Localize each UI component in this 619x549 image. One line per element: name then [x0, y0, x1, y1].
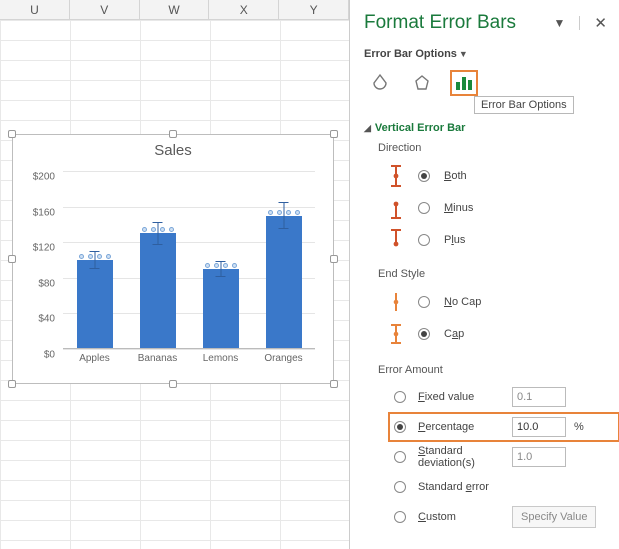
chart-x-axis: ApplesBananasLemonsOranges [63, 353, 315, 371]
error-bar[interactable] [94, 251, 95, 269]
data-bar[interactable] [203, 269, 239, 349]
col-X[interactable]: X [209, 0, 279, 19]
error-bar[interactable] [220, 261, 221, 277]
radio-icon [418, 202, 430, 214]
radio-icon [418, 328, 430, 340]
percentage-value-input[interactable]: 10.0 [512, 417, 566, 437]
option-label: Plus [444, 234, 465, 246]
both-glyph-icon [384, 163, 408, 189]
y-tick-label: $80 [19, 278, 55, 289]
option-label: No Cap [444, 296, 481, 308]
col-W[interactable]: W [140, 0, 210, 19]
column-headers: U V W X Y [0, 0, 349, 20]
x-tick-label: Oranges [252, 353, 315, 371]
vertical-error-bar-section[interactable]: ◢ Vertical Error Bar [364, 122, 607, 134]
error-bar[interactable] [283, 202, 284, 229]
tooltip: Error Bar Options [474, 96, 574, 114]
close-icon[interactable]: ✕ [594, 14, 607, 32]
resize-handle[interactable] [330, 130, 338, 138]
radio-icon [418, 296, 430, 308]
x-tick-label: Lemons [189, 353, 252, 371]
radio-icon [394, 421, 406, 433]
bar-slot [189, 171, 252, 349]
endstyle-cap-option[interactable]: Cap [384, 318, 607, 350]
panel-options-dropdown-icon[interactable]: ▼ [554, 16, 566, 30]
bar-slot [126, 171, 189, 349]
chart-y-axis: $0$40$80$120$160$200 [19, 171, 59, 349]
endstyle-nocap-option[interactable]: No Cap [384, 286, 607, 318]
minus-glyph-icon [384, 195, 408, 221]
radio-icon [394, 391, 406, 403]
cap-glyph-icon [384, 321, 408, 347]
radio-icon [418, 170, 430, 182]
option-label: Standard error [418, 481, 504, 493]
direction-plus-option[interactable]: Plus [384, 224, 607, 256]
option-label: Cap [444, 328, 464, 340]
effects-tab-icon[interactable] [408, 70, 436, 96]
plus-glyph-icon [384, 227, 408, 253]
radio-icon [418, 234, 430, 246]
resize-handle[interactable] [330, 380, 338, 388]
bar-options-tab-icon[interactable] [450, 70, 478, 96]
col-U[interactable]: U [0, 0, 70, 19]
amount-custom-option[interactable]: Custom Specify Value [394, 502, 607, 532]
chart-title[interactable]: Sales [19, 141, 327, 167]
error-amount-label: Error Amount [364, 364, 607, 376]
stddev-value-input[interactable]: 1.0 [512, 447, 566, 467]
amount-stderr-option[interactable]: Standard error [394, 472, 607, 502]
error-bar[interactable] [157, 222, 158, 245]
resize-handle[interactable] [330, 255, 338, 263]
fixed-value-input[interactable]: 0.1 [512, 387, 566, 407]
bar-slot [63, 171, 126, 349]
amount-fixed-option[interactable]: Fixed value 0.1 [394, 382, 607, 412]
y-tick-label: $40 [19, 314, 55, 325]
panel-title: Format Error Bars [364, 12, 516, 34]
option-label: Fixed value [418, 391, 504, 403]
endstyle-label: End Style [364, 268, 607, 280]
data-bar[interactable] [266, 216, 302, 350]
resize-handle[interactable] [8, 130, 16, 138]
y-tick-label: $0 [19, 350, 55, 361]
embedded-chart[interactable]: Sales $0 $40 $80 $120 $160 $200 ApplesBananas… [12, 134, 334, 384]
y-tick-label: $200 [19, 172, 55, 183]
nocap-glyph-icon [384, 289, 408, 315]
specify-value-button[interactable]: Specify Value [512, 506, 596, 528]
divider [579, 16, 580, 30]
option-label: Custom [418, 511, 504, 523]
x-tick-label: Bananas [126, 353, 189, 371]
y-tick-label: $120 [19, 243, 55, 254]
resize-handle[interactable] [169, 380, 177, 388]
bar-slot [252, 171, 315, 349]
panel-tab-icons: Error Bar Options [364, 70, 607, 96]
spreadsheet-area: U V W X Y Sales $0 $40 $80 $120 $160 $200 App… [0, 0, 349, 549]
radio-icon [394, 451, 406, 463]
resize-handle[interactable] [169, 130, 177, 138]
direction-label: Direction [364, 142, 607, 154]
col-V[interactable]: V [70, 0, 140, 19]
data-bar[interactable] [77, 260, 113, 349]
direction-minus-option[interactable]: Minus [384, 192, 607, 224]
fill-line-tab-icon[interactable] [366, 70, 394, 96]
percent-suffix: % [574, 421, 584, 433]
amount-stddev-option[interactable]: Standard deviation(s) 1.0 [394, 442, 607, 472]
amount-percentage-option[interactable]: Percentage 10.0 % [388, 412, 619, 442]
option-label: Standard deviation(s) [418, 445, 504, 469]
data-bar[interactable] [140, 233, 176, 349]
option-label: Percentage [418, 421, 504, 433]
chart-inner: Sales $0 $40 $80 $120 $160 $200 ApplesBananas… [19, 141, 327, 377]
radio-icon [394, 481, 406, 493]
x-tick-label: Apples [63, 353, 126, 371]
direction-both-option[interactable]: Both [384, 160, 607, 192]
resize-handle[interactable] [8, 380, 16, 388]
resize-handle[interactable] [8, 255, 16, 263]
error-bar-options-dropdown[interactable]: Error Bar Options▼ [364, 48, 607, 60]
collapse-icon: ◢ [364, 123, 371, 134]
col-Y[interactable]: Y [279, 0, 349, 19]
y-tick-label: $160 [19, 207, 55, 218]
format-error-bars-panel: Format Error Bars ▼ ✕ Error Bar Options▼… [349, 0, 619, 549]
radio-icon [394, 511, 406, 523]
option-label: Minus [444, 202, 473, 214]
chart-plot-area[interactable] [63, 171, 315, 349]
option-label: Both [444, 170, 467, 182]
